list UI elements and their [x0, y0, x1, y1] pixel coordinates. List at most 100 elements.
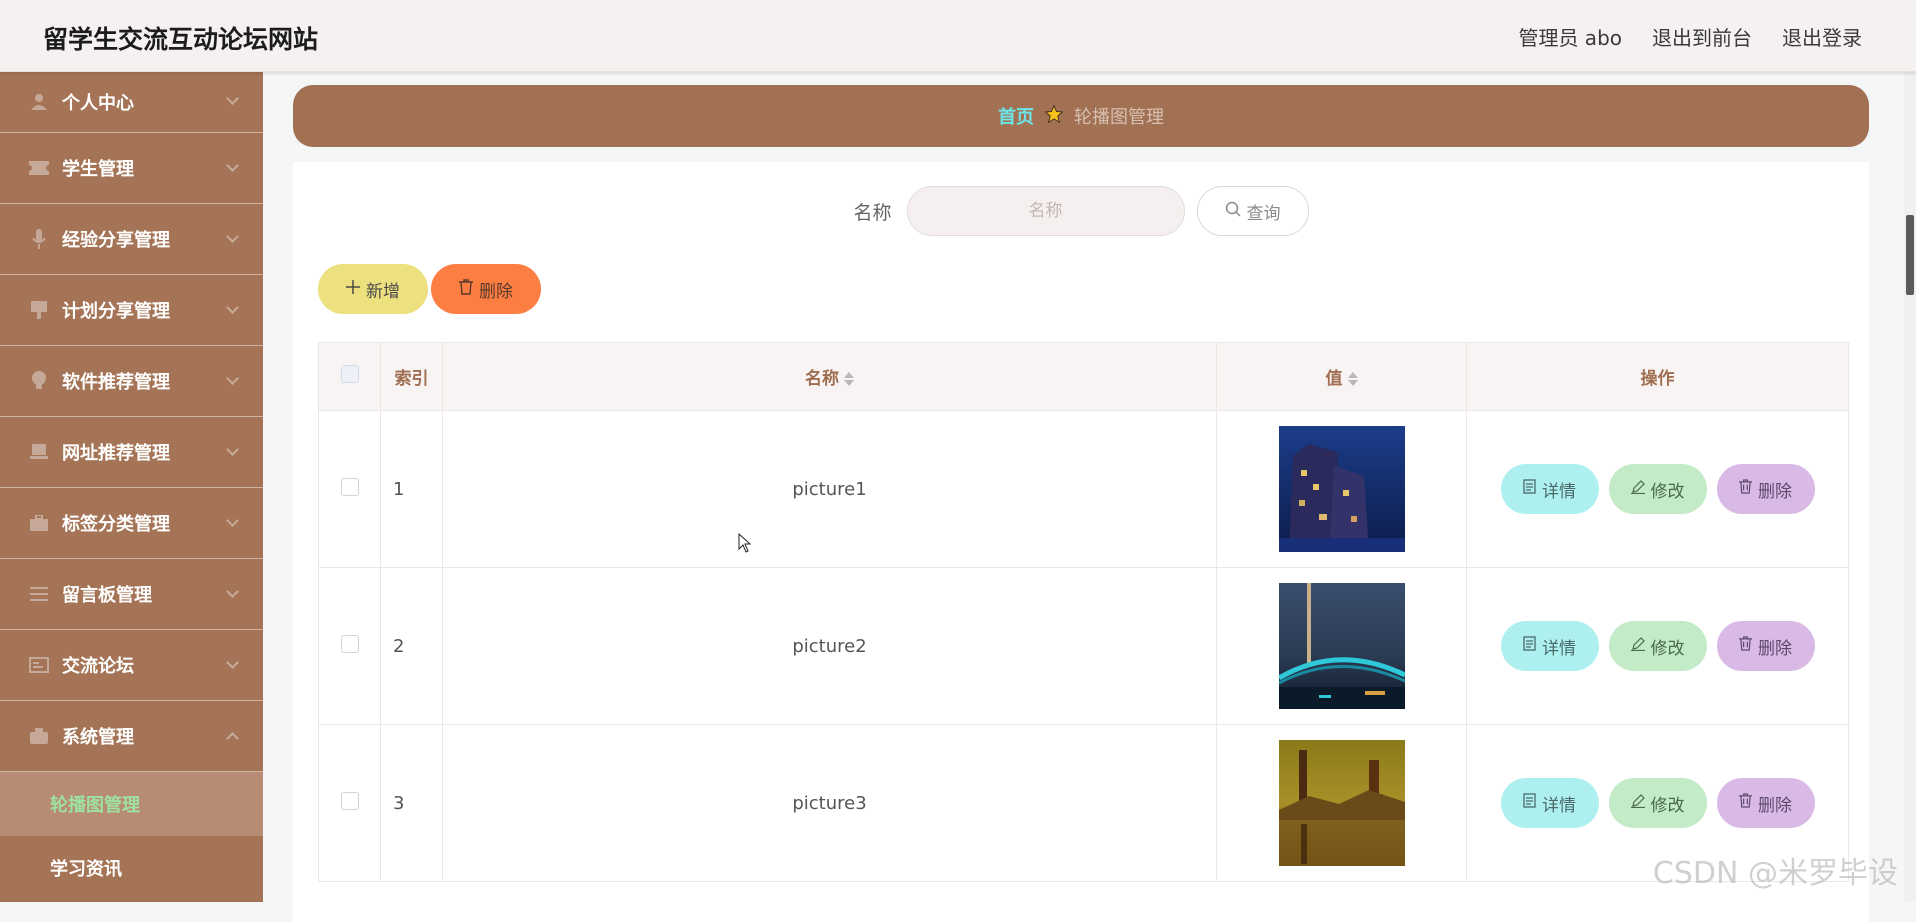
detail-button[interactable]: 详情 [1501, 778, 1599, 828]
sidebar-item-label: 学生管理 [62, 155, 134, 181]
mouse-cursor-icon [738, 533, 752, 553]
sidebar-item-experience-sharing[interactable]: 经验分享管理 [0, 204, 263, 275]
chevron-down-icon [226, 514, 239, 527]
trash-icon [1739, 793, 1752, 813]
sidebar-item-system[interactable]: 系统管理 [0, 701, 263, 772]
header-name-label: 名称 [805, 369, 839, 389]
main-content: 首页 轮播图管理 名称 查询 新增 [263, 72, 1916, 902]
sidebar-item-message-board[interactable]: 留言板管理 [0, 559, 263, 630]
select-all-checkbox[interactable] [341, 365, 359, 383]
search-icon [1225, 201, 1241, 222]
document-icon [1523, 793, 1536, 813]
edit-label: 修改 [1651, 634, 1685, 659]
row-delete-label: 删除 [1758, 634, 1792, 659]
row-image-cell [1217, 411, 1467, 568]
watermark: CSDN @米罗毕设 [1653, 848, 1898, 892]
sidebar-item-label: 网址推荐管理 [62, 439, 170, 465]
sidebar-item-website-recommend[interactable]: 网址推荐管理 [0, 417, 263, 488]
add-button[interactable]: 新增 [318, 264, 428, 314]
edit-button[interactable]: 修改 [1609, 621, 1707, 671]
row-delete-button[interactable]: 删除 [1717, 621, 1815, 671]
sort-icon[interactable] [1348, 372, 1358, 386]
sidebar-subitem-study-news[interactable]: 学习资讯 [0, 836, 263, 900]
header-name[interactable]: 名称 [443, 343, 1217, 411]
document-icon [1523, 479, 1536, 499]
header-index: 索引 [381, 343, 443, 411]
sidebar-item-label: 交流论坛 [62, 652, 134, 678]
top-links: 管理员 abo 退出到前台 退出登录 [1518, 22, 1862, 51]
header-select-all [319, 343, 381, 411]
sidebar-item-students[interactable]: 学生管理 [0, 133, 263, 204]
detail-label: 详情 [1542, 634, 1576, 659]
row-checkbox[interactable] [341, 792, 359, 810]
row-checkbox[interactable] [341, 635, 359, 653]
detail-label: 详情 [1542, 791, 1576, 816]
star-icon [1044, 104, 1064, 128]
header-value-label: 值 [1326, 369, 1343, 389]
admin-user-link[interactable]: 管理员 abo [1518, 22, 1622, 51]
header-ops: 操作 [1467, 343, 1849, 411]
query-button[interactable]: 查询 [1197, 186, 1309, 236]
trash-icon [1739, 636, 1752, 656]
search-row: 名称 查询 [293, 186, 1869, 236]
content-panel: 名称 查询 新增 删除 [293, 162, 1869, 922]
row-ops-cell: 详情 修改 删除 [1467, 411, 1849, 568]
edit-button[interactable]: 修改 [1609, 464, 1707, 514]
row-name: picture3 [443, 725, 1217, 882]
edit-label: 修改 [1651, 477, 1685, 502]
pencil-icon [1631, 479, 1645, 499]
edit-label: 修改 [1651, 791, 1685, 816]
row-select-cell [319, 411, 381, 568]
sidebar-item-forum[interactable]: 交流论坛 [0, 630, 263, 701]
chevron-up-icon [226, 732, 239, 745]
carousel-image-thumbnail [1279, 583, 1405, 709]
row-delete-button[interactable]: 删除 [1717, 778, 1815, 828]
sidebar-subitem-carousel[interactable]: 轮播图管理 [0, 772, 263, 836]
chevron-down-icon [226, 159, 239, 172]
row-index: 2 [381, 568, 443, 725]
row-ops-cell: 详情 修改 删除 [1467, 568, 1849, 725]
chevron-down-icon [226, 230, 239, 243]
row-delete-label: 删除 [1758, 791, 1792, 816]
row-delete-button[interactable]: 删除 [1717, 464, 1815, 514]
sidebar-item-label: 留言板管理 [62, 581, 152, 607]
edit-button[interactable]: 修改 [1609, 778, 1707, 828]
monitor-icon [28, 301, 50, 319]
scrollbar-thumb[interactable] [1906, 215, 1914, 295]
chevron-down-icon [226, 585, 239, 598]
row-select-cell [319, 725, 381, 882]
sidebar-item-label: 软件推荐管理 [62, 368, 170, 394]
sidebar: 个人中心 学生管理 经验分享管理 计划分享管理 软件推荐管理 网址推荐管理 [0, 72, 263, 902]
breadcrumb-home-link[interactable]: 首页 [998, 103, 1034, 129]
row-checkbox[interactable] [341, 478, 359, 496]
lightbulb-icon [28, 372, 50, 390]
batch-delete-button[interactable]: 删除 [431, 264, 541, 314]
back-to-front-link[interactable]: 退出到前台 [1652, 22, 1752, 51]
sidebar-item-tag-category[interactable]: 标签分类管理 [0, 488, 263, 559]
pencil-icon [1631, 636, 1645, 656]
table-header-row: 索引 名称 值 操作 [319, 343, 1849, 411]
sidebar-item-plan-sharing[interactable]: 计划分享管理 [0, 275, 263, 346]
detail-button[interactable]: 详情 [1501, 621, 1599, 671]
chevron-down-icon [226, 92, 239, 105]
table-row: 1 picture1 [319, 411, 1849, 568]
sort-icon[interactable] [844, 372, 854, 386]
sidebar-item-personal-center[interactable]: 个人中心 [0, 72, 263, 133]
page-scrollbar[interactable] [1904, 60, 1916, 902]
chevron-down-icon [226, 372, 239, 385]
sidebar-item-software-recommend[interactable]: 软件推荐管理 [0, 346, 263, 417]
name-search-input[interactable] [907, 186, 1185, 236]
header-value[interactable]: 值 [1217, 343, 1467, 411]
briefcase-icon [28, 514, 50, 532]
row-index: 3 [381, 725, 443, 882]
detail-button[interactable]: 详情 [1501, 464, 1599, 514]
laptop-icon [28, 443, 50, 461]
sidebar-item-label: 标签分类管理 [62, 510, 170, 536]
list-icon [28, 585, 50, 603]
trash-icon [1739, 479, 1752, 499]
plus-icon [346, 279, 360, 299]
logout-link[interactable]: 退出登录 [1782, 22, 1862, 51]
breadcrumb-current: 轮播图管理 [1074, 103, 1164, 129]
site-title: 留学生交流互动论坛网站 [43, 20, 318, 56]
row-name: picture2 [443, 568, 1217, 725]
